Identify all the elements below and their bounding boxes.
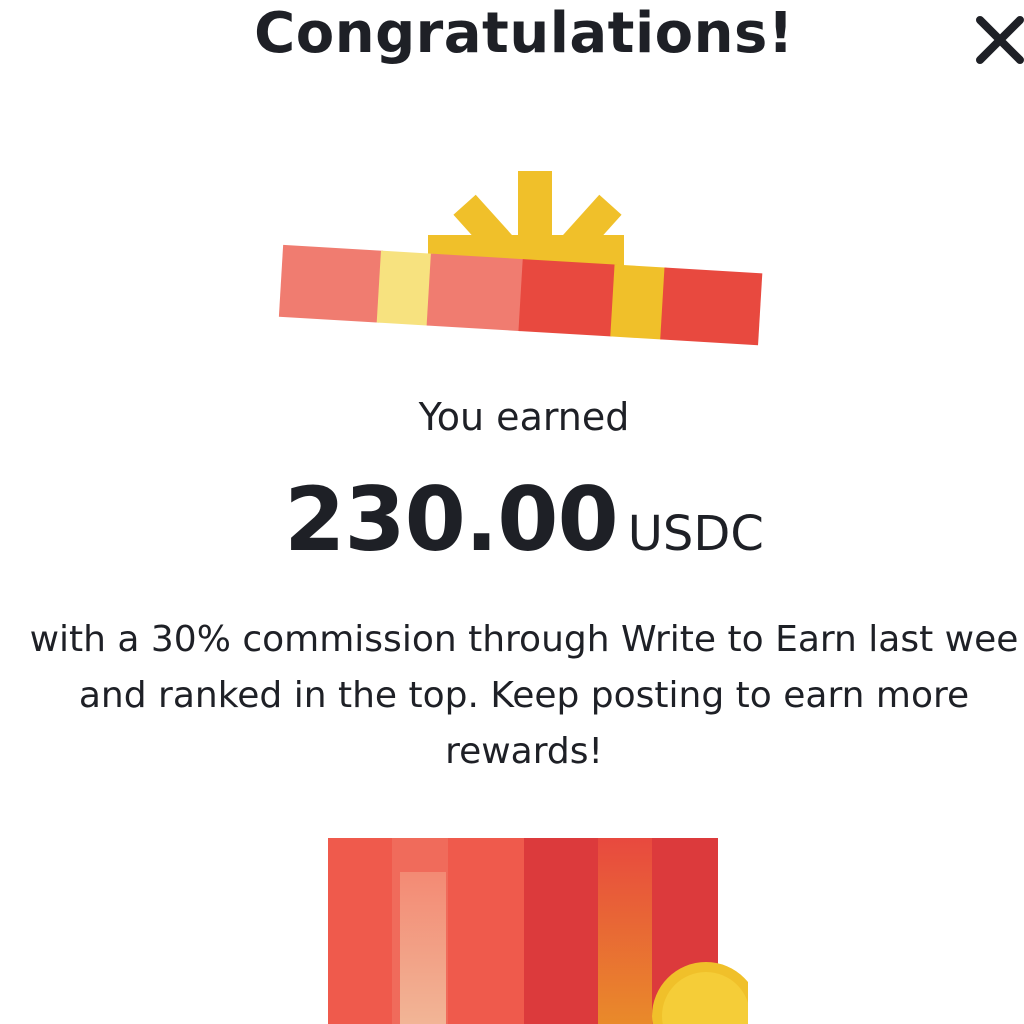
close-button[interactable] [970,10,1024,70]
reward-dialog: Congratulations! You earned 230.00 USDC … [0,0,1024,1024]
close-icon [976,16,1024,64]
reward-amount-row: 230.00 USDC [0,462,1024,592]
reward-unit: USDC [627,506,764,562]
reward-amount: 230.00 [284,468,619,571]
dialog-title: Congratulations! [254,1,794,66]
message-line: rewards! [445,731,603,772]
earned-label: You earned [418,395,630,439]
message-line: and ranked in the top. Keep posting to e… [78,675,970,716]
gift-lid-icon [270,165,770,375]
message-line: with a 30% commission through Write to E… [29,619,1019,660]
reward-message: with a 30% commission through Write to E… [0,612,1024,780]
gift-box-icon [328,838,748,1024]
